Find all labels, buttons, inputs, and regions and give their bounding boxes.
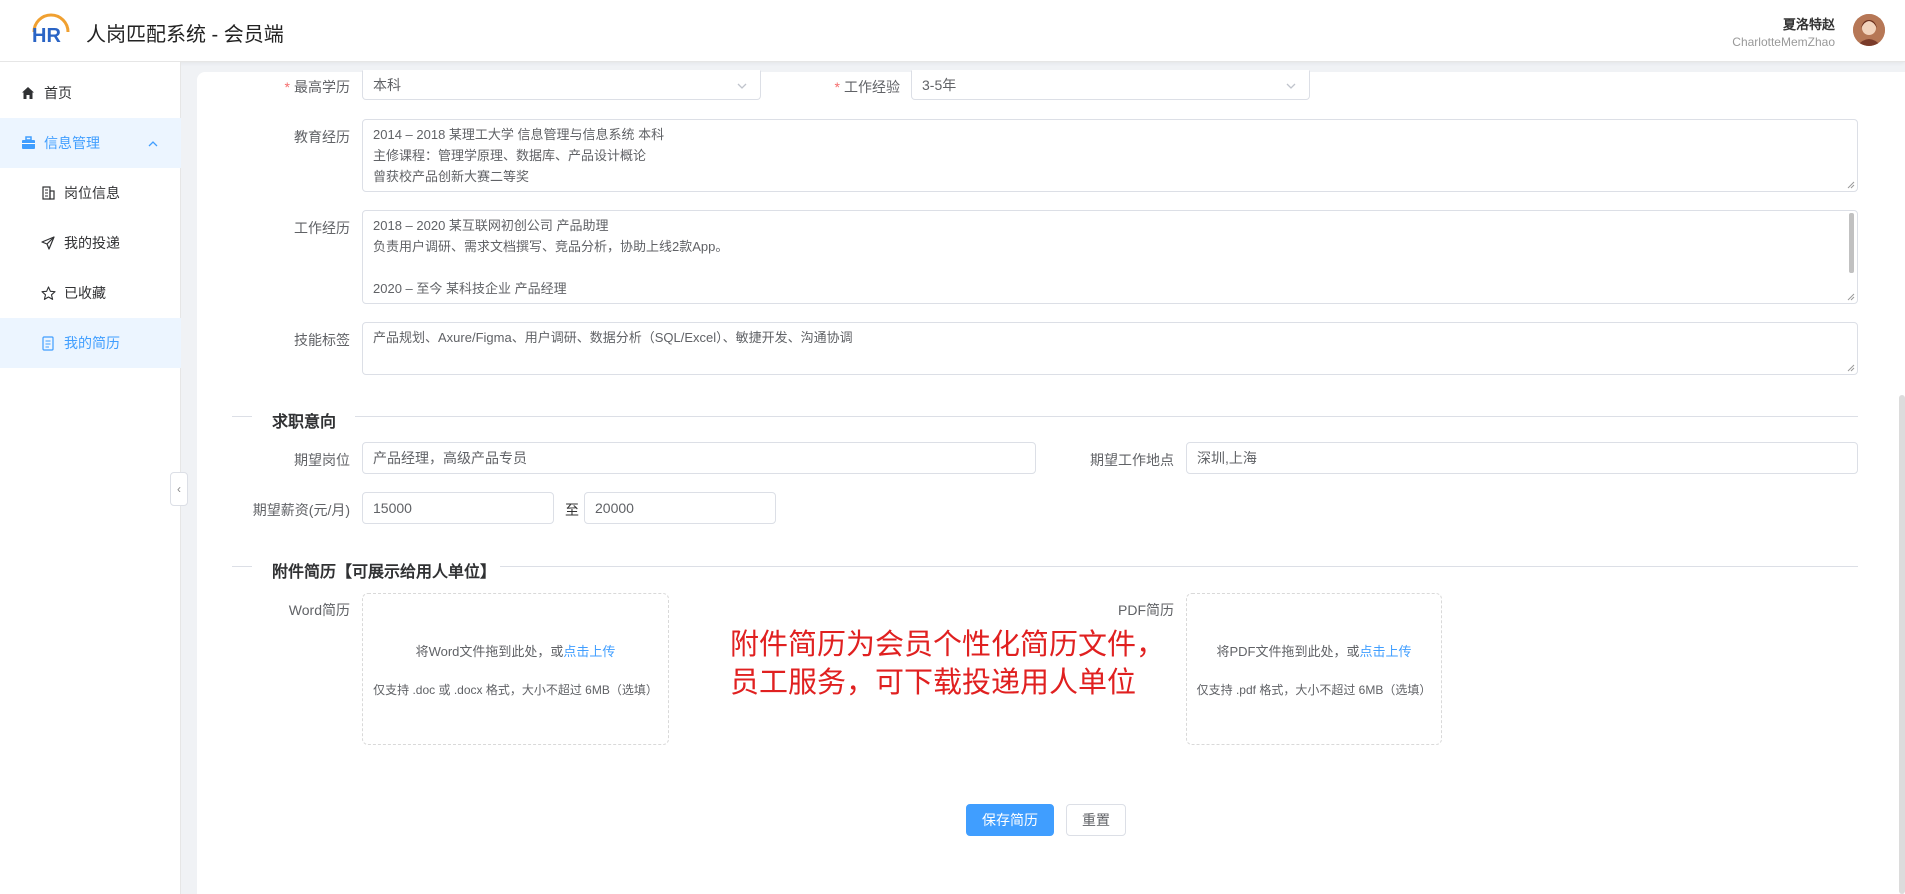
reset-button[interactable]: 重置 [1066,804,1126,836]
expected-position-value: 产品经理，高级产品专员 [373,450,527,466]
expected-location-value: 深圳,上海 [1197,450,1257,466]
expected-position-label: 期望岗位 [294,452,350,468]
sidebar-collapse-button[interactable]: ‹ [170,472,188,506]
sidebar-item-home[interactable]: 首页 [0,68,181,118]
attachment-note-line: 员工服务，可下载投递用人单位 [730,667,1137,699]
chevron-down-icon [1285,80,1297,95]
sidebar: 首页 信息管理 岗位信息 我的投递 已收藏 我的简历 [0,62,181,894]
resize-grip-icon[interactable] [1847,181,1855,189]
hr-logo: HR [32,13,70,46]
word-resume-label: Word简历 [288,602,350,618]
sidebar-item-job-info[interactable]: 岗位信息 [0,168,181,218]
sidebar-item-label: 我的投递 [64,235,120,251]
work-experience-value: 3-5年 [922,77,957,93]
education-history-textarea[interactable]: 2014 – 2018 某理工大学 信息管理与信息系统 本科 主修课程：管理学原… [362,119,1858,192]
pdf-resume-label: PDF简历 [1118,602,1174,618]
sidebar-item-label: 信息管理 [44,135,100,151]
text-line: 曾获校产品创新大赛二等奖 [373,169,530,184]
resize-grip-icon[interactable] [1847,293,1855,301]
text-line: 2020 – 至今 某科技企业 产品经理 [373,281,567,296]
education-level-value: 本科 [373,77,401,93]
word-upload-link[interactable]: 点击上传 [563,644,615,659]
chevron-up-icon [148,136,158,152]
expected-location-label: 期望工作地点 [1090,452,1174,468]
text-line: 主修课程：管理学原理、数据库、产品设计概论 [373,148,647,163]
word-upload-tip: 仅支持 .doc 或 .docx 格式，大小不超过 6MB（选填） [373,683,658,697]
attachment-note-line: 附件简历为会员个性化简历文件， [730,629,1166,661]
section-divider [355,416,1858,417]
star-icon [40,285,56,301]
section-divider [232,416,252,417]
sidebar-item-my-resume[interactable]: 我的简历 [0,318,181,368]
education-history-label: 教育经历 [294,129,350,145]
education-level-select[interactable]: 本科 [362,70,761,100]
section-divider [500,566,1858,567]
expected-position-input[interactable]: 产品经理，高级产品专员 [362,442,1036,474]
avatar[interactable] [1853,14,1885,46]
text-line: 负责用户调研、需求文档撰写、竞品分析，协助上线2款App。 [373,239,729,254]
work-experience-label: * 工作经验 [834,79,900,95]
sidebar-item-info-management[interactable]: 信息管理 [0,118,181,168]
sidebar-item-label: 已收藏 [64,285,106,301]
salary-max-input[interactable]: 20000 [584,492,776,524]
word-upload-text: 将Word文件拖到此处，或点击上传 [415,644,616,659]
section-title-attachments: 附件简历【可展示给用人单位】 [272,564,497,581]
sidebar-item-my-applications[interactable]: 我的投递 [0,218,181,268]
education-level-label: * 最高学历 [284,79,350,95]
expected-salary-label: 期望薪资(元/月) [252,502,350,518]
building-icon [40,185,56,201]
top-header: HR 人岗匹配系统 - 会员端 夏洛特赵 CharlotteMemZhao [0,0,1905,62]
work-history-label: 工作经历 [294,220,350,236]
chevron-down-icon [736,80,748,95]
expected-location-input[interactable]: 深圳,上海 [1186,442,1858,474]
resize-grip-icon[interactable] [1847,364,1855,372]
work-experience-select[interactable]: 3-5年 [911,70,1310,100]
salary-range-separator: 至 [565,502,579,518]
skills-label: 技能标签 [294,332,350,348]
chevron-left-icon: ‹ [177,482,181,496]
send-icon [40,235,56,251]
svg-text:HR: HR [32,25,61,46]
pdf-upload-link[interactable]: 点击上传 [1360,644,1412,659]
pdf-upload-tip: 仅支持 .pdf 格式，大小不超过 6MB（选填） [1196,683,1432,697]
word-upload-dropzone[interactable]: 将Word文件拖到此处，或点击上传 仅支持 .doc 或 .docx 格式，大小… [362,593,669,745]
salary-max-value: 20000 [595,500,634,516]
pdf-upload-text: 将PDF文件拖到此处，或点击上传 [1216,644,1412,659]
skills-textarea[interactable]: 产品规划、Axure/Figma、用户调研、数据分析（SQL/Excel）、敏捷… [362,322,1858,375]
home-icon [20,85,36,101]
user-info[interactable]: 夏洛特赵 CharlotteMemZhao [1732,14,1835,49]
text-line: 2018 – 2020 某互联网初创公司 产品助理 [373,218,609,233]
section-title-job-intent: 求职意向 [272,414,337,431]
text-line: 产品规划、Axure/Figma、用户调研、数据分析（SQL/Excel）、敏捷… [373,330,853,345]
sidebar-item-label: 首页 [44,85,72,101]
salary-min-input[interactable]: 15000 [362,492,554,524]
user-account: CharlotteMemZhao [1732,35,1835,49]
text-line [373,257,1847,278]
salary-min-value: 15000 [373,500,412,516]
resume-form-card [197,72,1905,894]
document-icon [40,335,56,351]
sidebar-item-label: 岗位信息 [64,185,120,201]
text-line: 2014 – 2018 某理工大学 信息管理与信息系统 本科 [373,127,665,142]
attachment-note: 附件简历为会员个性化简历文件， 员工服务，可下载投递用人单位 [730,626,1165,702]
work-history-textarea[interactable]: 2018 – 2020 某互联网初创公司 产品助理 负责用户调研、需求文档撰写、… [362,210,1858,304]
briefcase-icon [20,135,36,151]
save-resume-button[interactable]: 保存简历 [966,804,1054,836]
page-scrollbar[interactable] [1899,395,1905,894]
pdf-upload-dropzone[interactable]: 将PDF文件拖到此处，或点击上传 仅支持 .pdf 格式，大小不超过 6MB（选… [1186,593,1442,745]
app-title: 人岗匹配系统 - 会员端 [86,24,284,46]
user-name: 夏洛特赵 [1782,17,1835,32]
sidebar-item-label: 我的简历 [64,335,120,351]
textarea-scrollbar[interactable] [1849,213,1854,273]
sidebar-item-favorites[interactable]: 已收藏 [0,268,181,318]
section-divider [232,566,252,567]
